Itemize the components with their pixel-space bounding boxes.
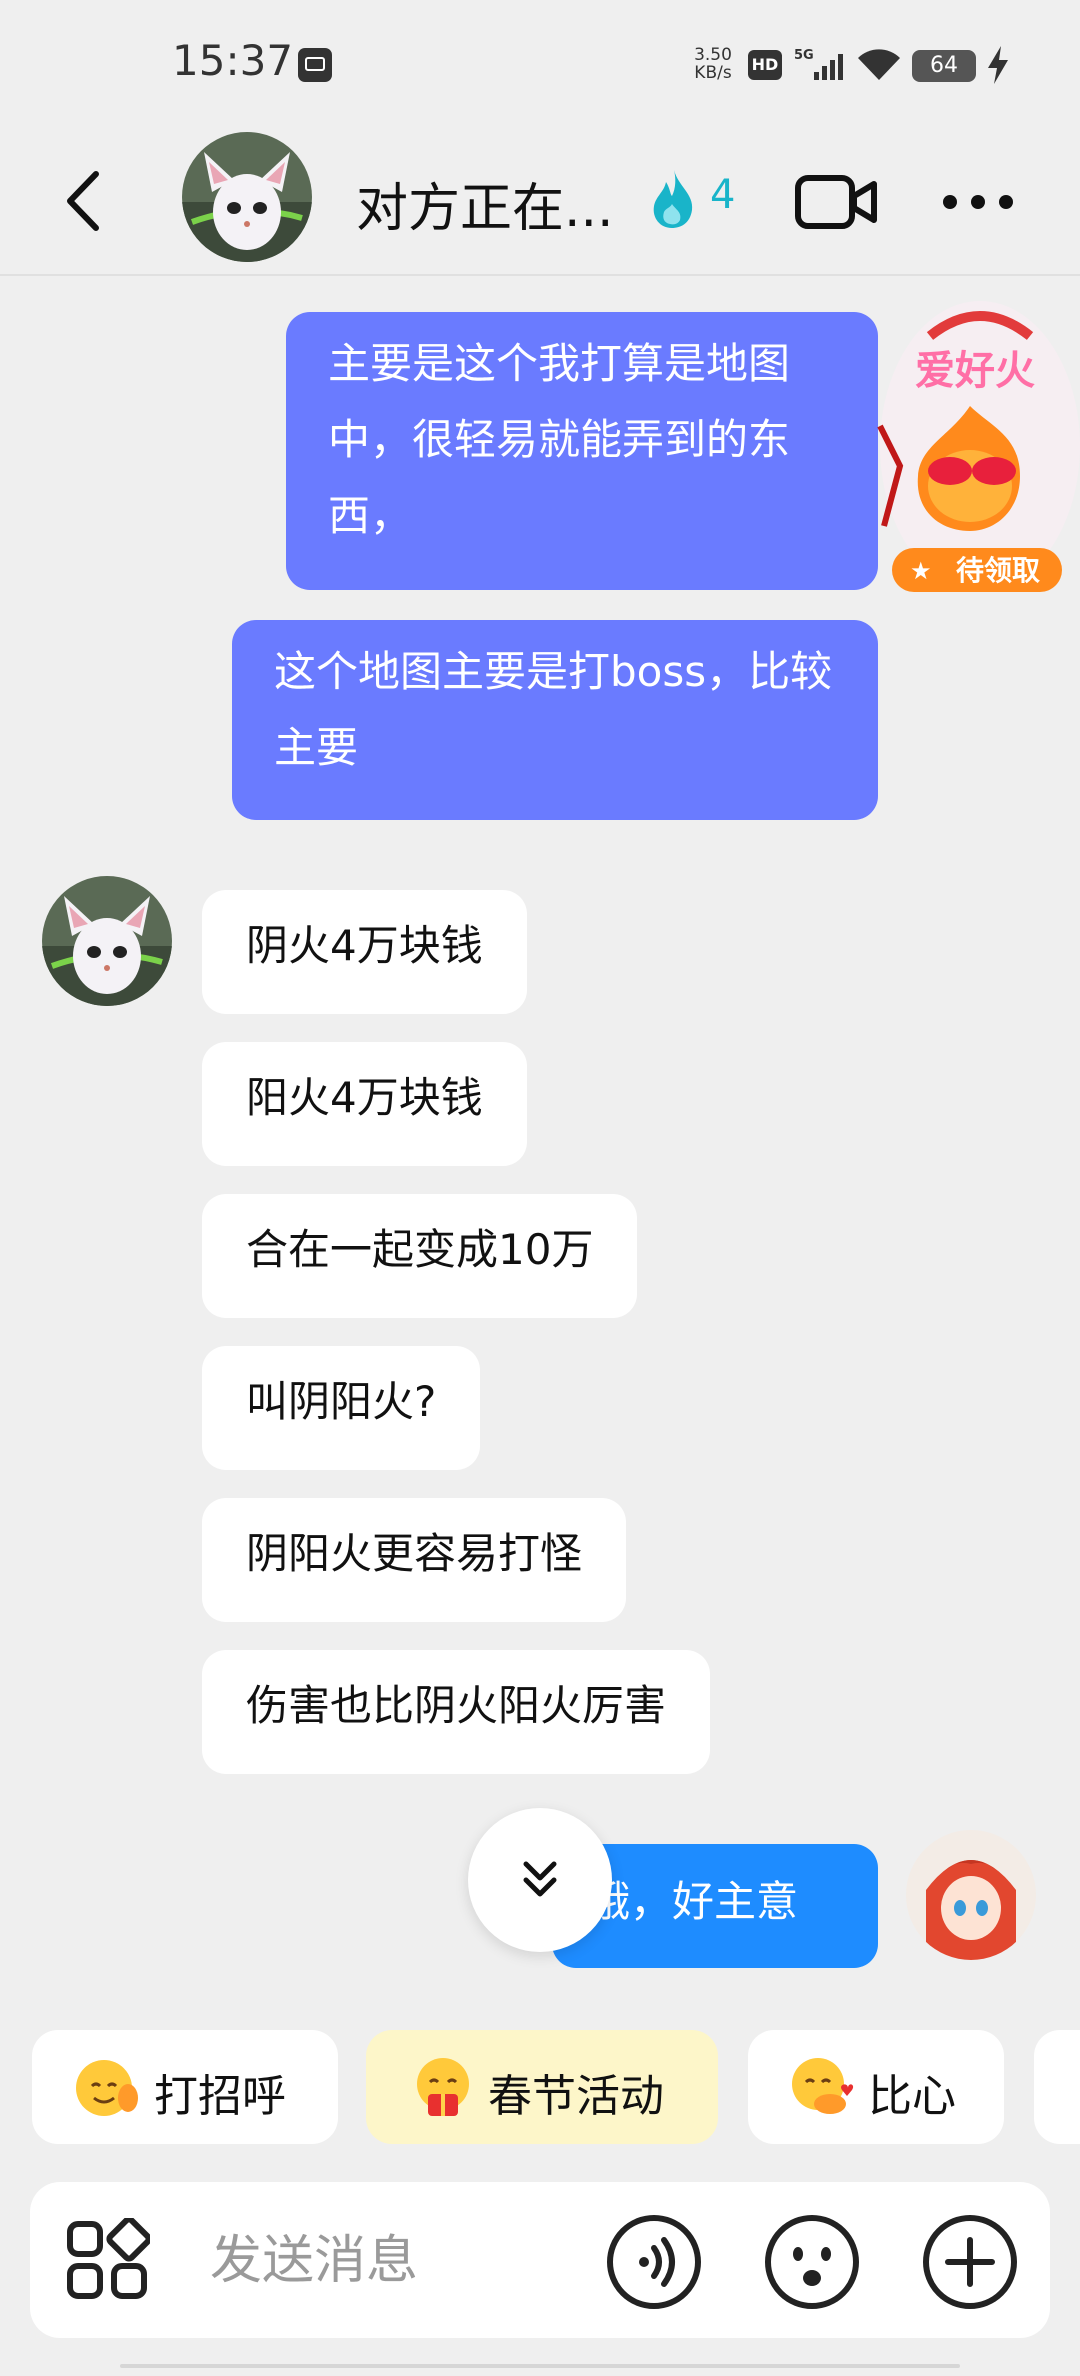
add-attachment-button[interactable] [922,2214,1018,2310]
fire-sticker-badge[interactable]: 爱好火 ★ 待领取 [870,296,1080,596]
message-input-bar [30,2182,1050,2338]
chat-header: 对方正在... 4 [0,128,1080,276]
video-call-button[interactable] [794,172,878,232]
outgoing-message[interactable]: 这个地图主要是打boss，比较主要 [232,620,878,820]
waving-emoji-icon [76,2060,138,2116]
double-chevron-down-icon [523,1861,557,1897]
sticker-title: 爱好火 [915,348,1035,394]
network-speed: 3.50 KB/s [686,46,740,82]
flame-streak-icon [653,170,693,228]
signal-5g-icon: 5G [794,48,843,80]
voice-input-button[interactable] [606,2214,702,2310]
message-input[interactable] [208,2220,592,2302]
incoming-message[interactable]: 伤害也比阴火阳火厉害 [202,1650,711,1774]
status-time: 15:37 [172,36,294,85]
svg-text:★: ★ [910,557,932,585]
incoming-message[interactable]: 叫阴阳火? [202,1346,481,1470]
contact-avatar[interactable] [182,132,312,262]
quick-reply-label: 打招呼 [154,2071,286,2122]
incoming-message[interactable]: 阳火4万块钱 [202,1042,527,1166]
battery-icon: 64 [912,50,976,82]
incoming-message[interactable]: 阴火4万块钱 [202,890,527,1014]
quick-reply-label: 春节活动 [488,2071,664,2122]
status-bar: 15:37 3.50 KB/s HD 5G 64 [0,0,1080,128]
scroll-to-bottom-button[interactable] [468,1808,612,1952]
emoji-button[interactable] [764,2214,860,2310]
outgoing-message[interactable]: 主要是这个我打算是地图中，很轻易就能弄到的东西， [286,312,878,590]
home-indicator [120,2364,960,2368]
hd-icon: HD [748,50,782,80]
flame-count: 4 [710,172,736,218]
quick-reply-heart[interactable]: 比心 [748,2030,1004,2144]
quick-reply-bar: 打招呼 春节活动 比心 [0,2030,1080,2146]
incoming-message[interactable]: 合在一起变成10万 [202,1194,638,1318]
wifi-icon [858,49,900,80]
quick-reply-spring-festival[interactable]: 春节活动 [366,2030,718,2144]
sticker-badge: 待领取 [956,554,1040,587]
finger-heart-emoji-icon [792,2058,854,2114]
network-speed-unit: KB/s [694,63,732,83]
contact-avatar[interactable] [42,876,172,1006]
chat-title: 对方正在... [356,179,614,239]
hugging-gift-emoji-icon [417,2058,469,2116]
my-avatar[interactable] [906,1830,1036,1960]
more-options-button[interactable] [940,192,1016,212]
quick-reply-more[interactable] [1034,2030,1080,2144]
network-speed-value: 3.50 [694,45,732,65]
quick-reply-greet[interactable]: 打招呼 [32,2030,338,2144]
charging-icon [988,46,1008,84]
incoming-message[interactable]: 阴阳火更容易打怪 [202,1498,627,1622]
apps-grid-icon[interactable] [66,2218,150,2302]
screen-record-icon [298,48,332,82]
svg-text:5G: 5G [794,48,814,63]
quick-reply-label: 比心 [868,2071,956,2122]
back-button[interactable] [56,166,116,236]
